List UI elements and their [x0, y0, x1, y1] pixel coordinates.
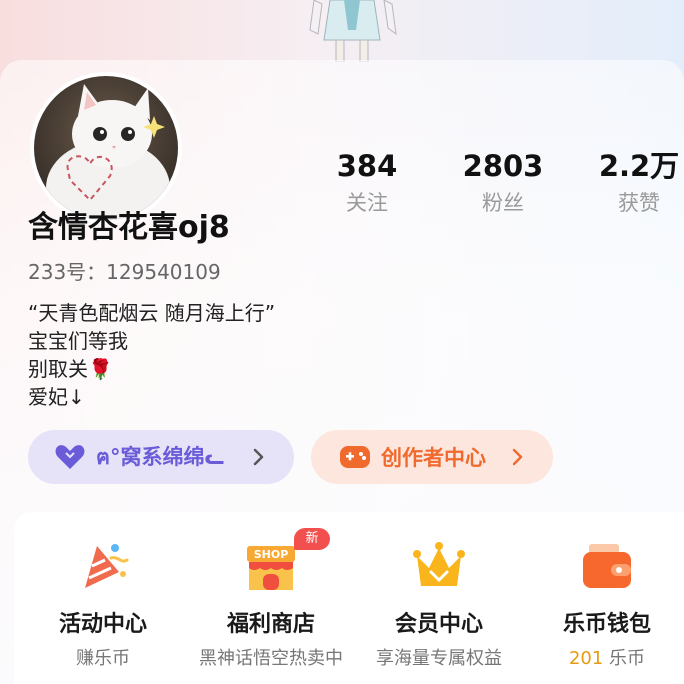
service-activity-center[interactable]: 活动中心 赚乐币 — [18, 512, 188, 684]
new-badge: 新 — [294, 528, 330, 550]
stat-following[interactable]: 384 关注 — [307, 148, 427, 216]
service-coin-wallet[interactable]: 乐币钱包 201 乐币 — [522, 512, 684, 684]
coin-unit: 乐币 — [609, 648, 646, 669]
followers-count: 2803 — [462, 149, 544, 183]
services-panel: 活动中心 赚乐币 SHOP 福利商店 黑神话悟空热卖中 会员中心 享海量专属权益… — [14, 512, 684, 684]
service-title: 福利商店 — [226, 612, 315, 637]
shop-icon: SHOP — [247, 546, 295, 590]
service-subtitle: 享海量专属权益 — [376, 648, 502, 669]
service-subtitle: 黑神话悟空热卖中 — [199, 648, 343, 669]
cat-avatar-image — [34, 76, 178, 220]
heart-icon — [55, 445, 85, 469]
service-subtitle: 赚乐币 — [76, 648, 130, 669]
creator-center-button[interactable]: 创作者中心 — [311, 430, 553, 484]
followers-label: 粉丝 — [482, 191, 524, 215]
following-label: 关注 — [346, 191, 388, 215]
bio-line: 宝宝们等我 — [28, 329, 128, 353]
likes-label: 获赞 — [618, 191, 660, 215]
shop-sign-text: SHOP — [254, 548, 289, 561]
chevron-right-icon — [512, 448, 523, 466]
service-title: 活动中心 — [58, 612, 147, 637]
group-button[interactable]: ฅ°窝系绵绵ᓚ — [28, 430, 294, 484]
service-title: 会员中心 — [394, 612, 483, 637]
coin-balance: 201 — [568, 648, 604, 669]
stat-likes[interactable]: 2.2万 获赞 — [579, 148, 684, 216]
bio-line: 别取关🌹 — [28, 357, 113, 381]
stat-followers[interactable]: 2803 粉丝 — [443, 148, 563, 216]
following-count: 384 — [336, 149, 398, 183]
service-welfare-shop[interactable]: SHOP 福利商店 黑神话悟空热卖中 — [186, 512, 356, 684]
wallet-icon — [583, 544, 631, 588]
group-label: ฅ°窝系绵绵ᓚ — [96, 444, 225, 469]
crown-icon — [413, 542, 465, 586]
profile-bio: “天青色配烟云 随月海上行” 宝宝们等我 别取关🌹 爱妃↓ — [28, 299, 275, 411]
chevron-right-icon — [253, 448, 264, 466]
profile-name: 含情杏花喜oj8 — [28, 210, 230, 245]
service-vip-center[interactable]: 会员中心 享海量专属权益 — [354, 512, 524, 684]
bio-line: 爱妃↓ — [28, 385, 85, 409]
banner-figure-image — [309, 0, 397, 62]
gamepad-icon — [340, 446, 370, 468]
profile-uid: 233号：129540109 — [28, 260, 221, 284]
creator-center-label: 创作者中心 — [381, 446, 486, 470]
likes-count: 2.2万 — [598, 149, 680, 183]
profile-page: 384 关注 2803 粉丝 2.2万 获赞 含情杏花喜oj8 233号：129… — [0, 0, 684, 684]
service-subtitle: 201 乐币 — [522, 644, 684, 670]
service-title: 乐币钱包 — [562, 612, 651, 637]
party-popper-icon — [85, 544, 129, 588]
bio-line: “天青色配烟云 随月海上行” — [28, 301, 276, 325]
